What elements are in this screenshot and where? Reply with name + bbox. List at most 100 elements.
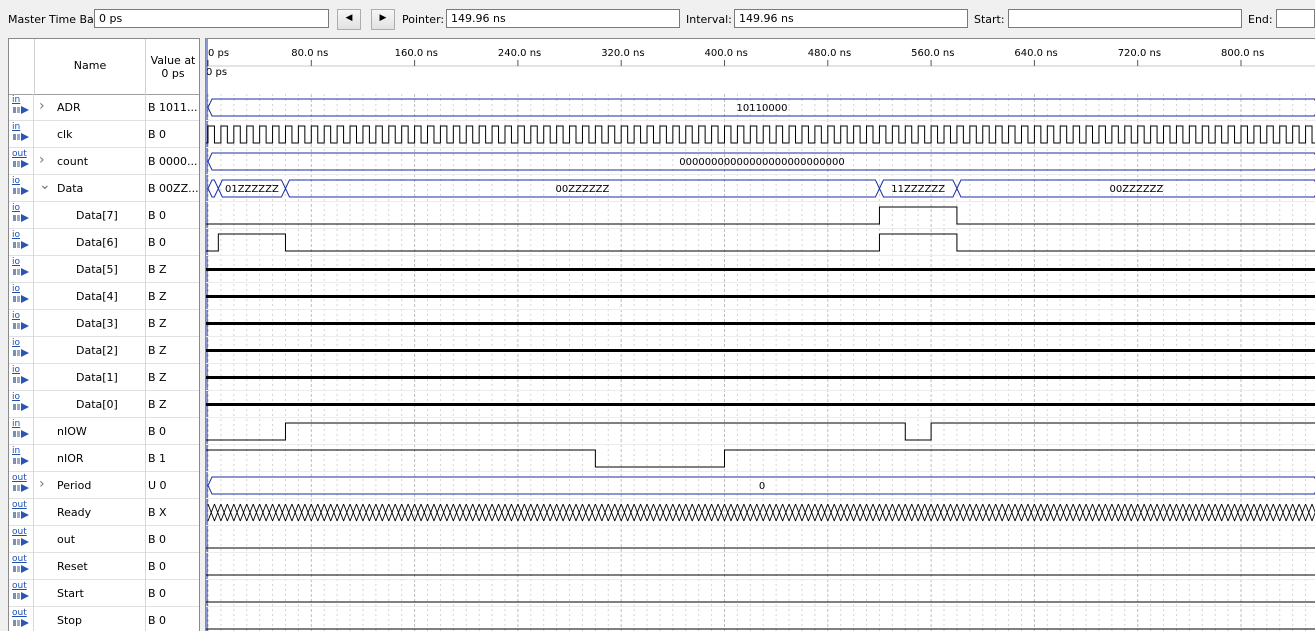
signal-out-icon: out — [9, 607, 34, 631]
signal-row[interactable]: io Data[3] B Z — [9, 310, 199, 337]
signal-arrow-icon — [13, 376, 29, 384]
signal-type-text: in — [12, 122, 21, 132]
bus-value-label: 00000000000000000000000000 — [679, 157, 844, 168]
start-input[interactable] — [1008, 9, 1242, 28]
signal-arrow-icon — [13, 160, 29, 168]
signal-list-panel: Name Value at 0 ps in › ADR B 1011... in clk B… — [8, 38, 200, 631]
signal-arrow-icon — [13, 241, 29, 249]
bus-value-label: 01ZZZZZZ — [225, 184, 279, 195]
signal-out-icon: out — [9, 580, 34, 607]
signal-in-icon: in — [9, 121, 34, 148]
signal-row[interactable]: out › count B 0000... — [9, 148, 199, 175]
signal-arrow-icon — [13, 484, 29, 492]
interval-label: Interval: — [686, 13, 732, 26]
signal-arrow-icon — [13, 619, 29, 627]
signal-row[interactable]: out out B 0 — [9, 526, 199, 553]
signal-in-icon: in — [9, 418, 34, 445]
name-column-header[interactable]: Name — [35, 59, 145, 72]
signal-io-icon: io — [9, 229, 34, 256]
signal-arrow-icon — [13, 214, 29, 222]
signal-type-text: io — [12, 392, 21, 402]
signal-out-icon: out — [9, 553, 34, 580]
signal-type-text: io — [12, 257, 21, 267]
time-tick-label: 560.0 ns — [911, 48, 954, 59]
signal-arrow-icon — [13, 106, 29, 114]
signal-row[interactable]: io Data[0] B Z — [9, 391, 199, 418]
signal-row[interactable]: out Ready B X — [9, 499, 199, 526]
signal-in-icon: in — [9, 94, 34, 121]
chevron-right-icon[interactable]: › — [39, 152, 45, 168]
end-input[interactable] — [1276, 9, 1315, 28]
waveform-canvas[interactable]: 0 ps 80.0 ns 160.0 ns 240.0 ns 320.0 ns 400.0… — [206, 39, 1315, 631]
signal-name: Data[4] — [76, 290, 118, 303]
signal-io-icon: io — [9, 337, 34, 364]
signal-row[interactable]: io ⌄ Data B 00ZZ... — [9, 175, 199, 202]
time-tick-label: 400.0 ns — [705, 48, 748, 59]
signal-name: Data[0] — [76, 398, 118, 411]
signal-row[interactable]: in nIOW B 0 — [9, 418, 199, 445]
signal-name: Data[1] — [76, 371, 118, 384]
signal-row[interactable]: io Data[2] B Z — [9, 337, 199, 364]
signal-row[interactable]: out Start B 0 — [9, 580, 199, 607]
signal-row[interactable]: in clk B 0 — [9, 121, 199, 148]
signal-name: Data[7] — [76, 209, 118, 222]
signal-row[interactable]: in › ADR B 1011... — [9, 94, 199, 121]
pointer-label: Pointer: — [402, 13, 445, 26]
signal-io-icon: io — [9, 310, 34, 337]
chevron-right-icon[interactable]: › — [39, 98, 45, 114]
signal-arrow-icon — [13, 403, 29, 411]
bus-value-label: 0 — [759, 481, 765, 492]
end-label: End: — [1248, 13, 1273, 26]
signal-out-icon: out — [9, 499, 34, 526]
chevron-down-icon[interactable]: ⌄ — [39, 177, 51, 193]
signal-name: Period — [57, 479, 92, 492]
signal-name: nIOR — [57, 452, 84, 465]
next-transition-button[interactable]: ▶ — [371, 9, 395, 30]
master-time-bar-input[interactable]: 0 ps — [94, 9, 329, 28]
signal-row[interactable]: io Data[5] B Z — [9, 256, 199, 283]
signal-io-icon: io — [9, 364, 34, 391]
signal-arrow-icon — [13, 133, 29, 141]
clock-waveform — [206, 125, 1315, 144]
time-tick-label: 160.0 ns — [395, 48, 438, 59]
signal-arrow-icon — [13, 349, 29, 357]
signal-row[interactable]: out Stop B 0 — [9, 607, 199, 631]
waveform-pane[interactable]: 0 ps 80.0 ns 160.0 ns 240.0 ns 320.0 ns 400.0… — [205, 38, 1315, 631]
signal-arrow-icon — [13, 565, 29, 573]
signal-value: B Z — [145, 391, 199, 418]
signal-name: Reset — [57, 560, 88, 573]
start-label: Start: — [974, 13, 1005, 26]
signal-name: clk — [57, 128, 73, 141]
value-column-header[interactable]: Value at 0 ps — [145, 39, 199, 94]
signal-row[interactable]: io Data[1] B Z — [9, 364, 199, 391]
signal-type-text: io — [12, 338, 21, 348]
triangle-left-icon: ◀ — [345, 13, 353, 23]
signal-row[interactable]: io Data[4] B Z — [9, 283, 199, 310]
signal-in-icon: in — [9, 445, 34, 472]
signal-value: B Z — [145, 364, 199, 391]
signal-type-text: in — [12, 419, 21, 429]
signal-name: Start — [57, 587, 84, 600]
signal-name: Stop — [57, 614, 83, 627]
interval-input[interactable]: 149.96 ns — [734, 9, 968, 28]
signal-row[interactable]: io Data[7] B 0 — [9, 202, 199, 229]
signal-type-text: io — [12, 203, 21, 213]
signal-type-text: io — [12, 176, 21, 186]
signal-type-text: io — [12, 365, 21, 375]
signal-row[interactable]: out Reset B 0 — [9, 553, 199, 580]
signal-list-header: Name Value at 0 ps — [9, 39, 199, 95]
signal-row[interactable]: in nIOR B 1 — [9, 445, 199, 472]
signal-type-text: in — [12, 95, 21, 105]
pointer-input[interactable]: 149.96 ns — [446, 9, 680, 28]
signal-type-text: io — [12, 311, 21, 321]
chevron-right-icon[interactable]: › — [39, 476, 45, 492]
bit-waveform — [206, 233, 1315, 252]
previous-transition-button[interactable]: ◀ — [337, 9, 361, 30]
signal-type-text: out — [12, 149, 27, 159]
time-tick-label: 800.0 ns — [1221, 48, 1264, 59]
signal-value: B 1 — [145, 445, 199, 472]
signal-row[interactable]: io Data[6] B 0 — [9, 229, 199, 256]
signal-arrow-icon — [13, 295, 29, 303]
signal-type-text: out — [12, 608, 27, 618]
signal-row[interactable]: out › Period U 0 — [9, 472, 199, 499]
